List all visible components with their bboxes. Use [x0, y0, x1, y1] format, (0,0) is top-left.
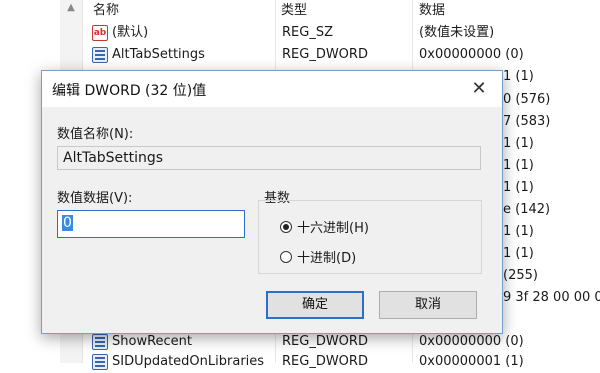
value-type: REG_DWORD [282, 354, 368, 369]
radio-hexadecimal[interactable]: 十六进制(H) [280, 217, 369, 236]
value-data: 0 (576) [503, 92, 551, 107]
registry-row[interactable]: SIDUpdatedOnLibraries REG_DWORD 0x000000… [88, 351, 600, 373]
value-name: (默认) [112, 25, 149, 40]
registry-row[interactable]: ShowRecent REG_DWORD 0x00000000 (0) [88, 331, 600, 353]
registry-row[interactable]: AltTabSettings REG_DWORD 0x00000000 (0) [88, 44, 600, 66]
registry-row[interactable]: ab (默认) REG_SZ (数值未设置) [88, 22, 600, 44]
value-name: ShowRecent [112, 334, 193, 349]
value-name-label: 数值名称(N): [57, 127, 134, 142]
dialog-title: 编辑 DWORD (32 位)值 [52, 83, 207, 99]
radio-unselected-icon[interactable] [280, 250, 292, 263]
radio-hex-label: 十六进制(H) [297, 221, 369, 236]
value-data: 1 (1) [503, 246, 534, 261]
value-data: 7 (583) [503, 114, 551, 129]
value-data: 0x00000000 (0) [419, 47, 524, 62]
dialog-titlebar[interactable]: 编辑 DWORD (32 位)值 ✕ [42, 71, 502, 107]
value-data: 1 (1) [503, 69, 534, 84]
value-data: (数值未设置) [419, 25, 495, 40]
column-header-data[interactable]: 数据 [419, 0, 445, 22]
value-data: 9 3f 28 00 00 00 0 [503, 290, 600, 305]
ok-button[interactable]: 确定 [266, 291, 364, 319]
value-data: 1 (1) [503, 158, 534, 173]
value-name: AltTabSettings [112, 47, 205, 62]
value-data: 0x00000001 (1) [419, 354, 524, 369]
binary-value-icon [92, 47, 108, 63]
scroll-up-icon[interactable]: ▲ [66, 3, 76, 13]
radio-decimal[interactable]: 十进制(D) [280, 247, 356, 266]
value-data-label: 数值数据(V): [57, 191, 133, 206]
value-type: REG_DWORD [282, 334, 368, 349]
value-data: 1 (1) [503, 224, 534, 239]
value-data: 1 (1) [503, 136, 534, 151]
column-header-name[interactable]: 名称 [93, 0, 119, 22]
value-data: (255) [503, 268, 538, 283]
value-name-field[interactable]: AltTabSettings [57, 146, 481, 170]
edit-dword-dialog: 编辑 DWORD (32 位)值 ✕ 数值名称(N): AltTabSettin… [41, 70, 503, 334]
value-type: REG_DWORD [282, 47, 368, 62]
value-type: REG_SZ [282, 25, 333, 40]
value-data: 1 (1) [503, 180, 534, 195]
value-data: e (142) [503, 202, 551, 217]
string-value-icon: ab [92, 25, 108, 41]
close-icon[interactable]: ✕ [456, 71, 502, 107]
radio-dec-label: 十进制(D) [297, 251, 357, 266]
cancel-button[interactable]: 取消 [379, 291, 477, 319]
value-name: SIDUpdatedOnLibraries [112, 354, 265, 369]
radio-selected-icon[interactable] [280, 220, 292, 233]
value-data-input[interactable]: 0 [57, 210, 245, 238]
column-header-type[interactable]: 类型 [281, 0, 307, 22]
value-data: 0x00000000 (0) [419, 334, 524, 349]
binary-value-icon [92, 334, 108, 350]
value-data-text: 0 [62, 215, 73, 231]
binary-value-icon [92, 354, 108, 370]
